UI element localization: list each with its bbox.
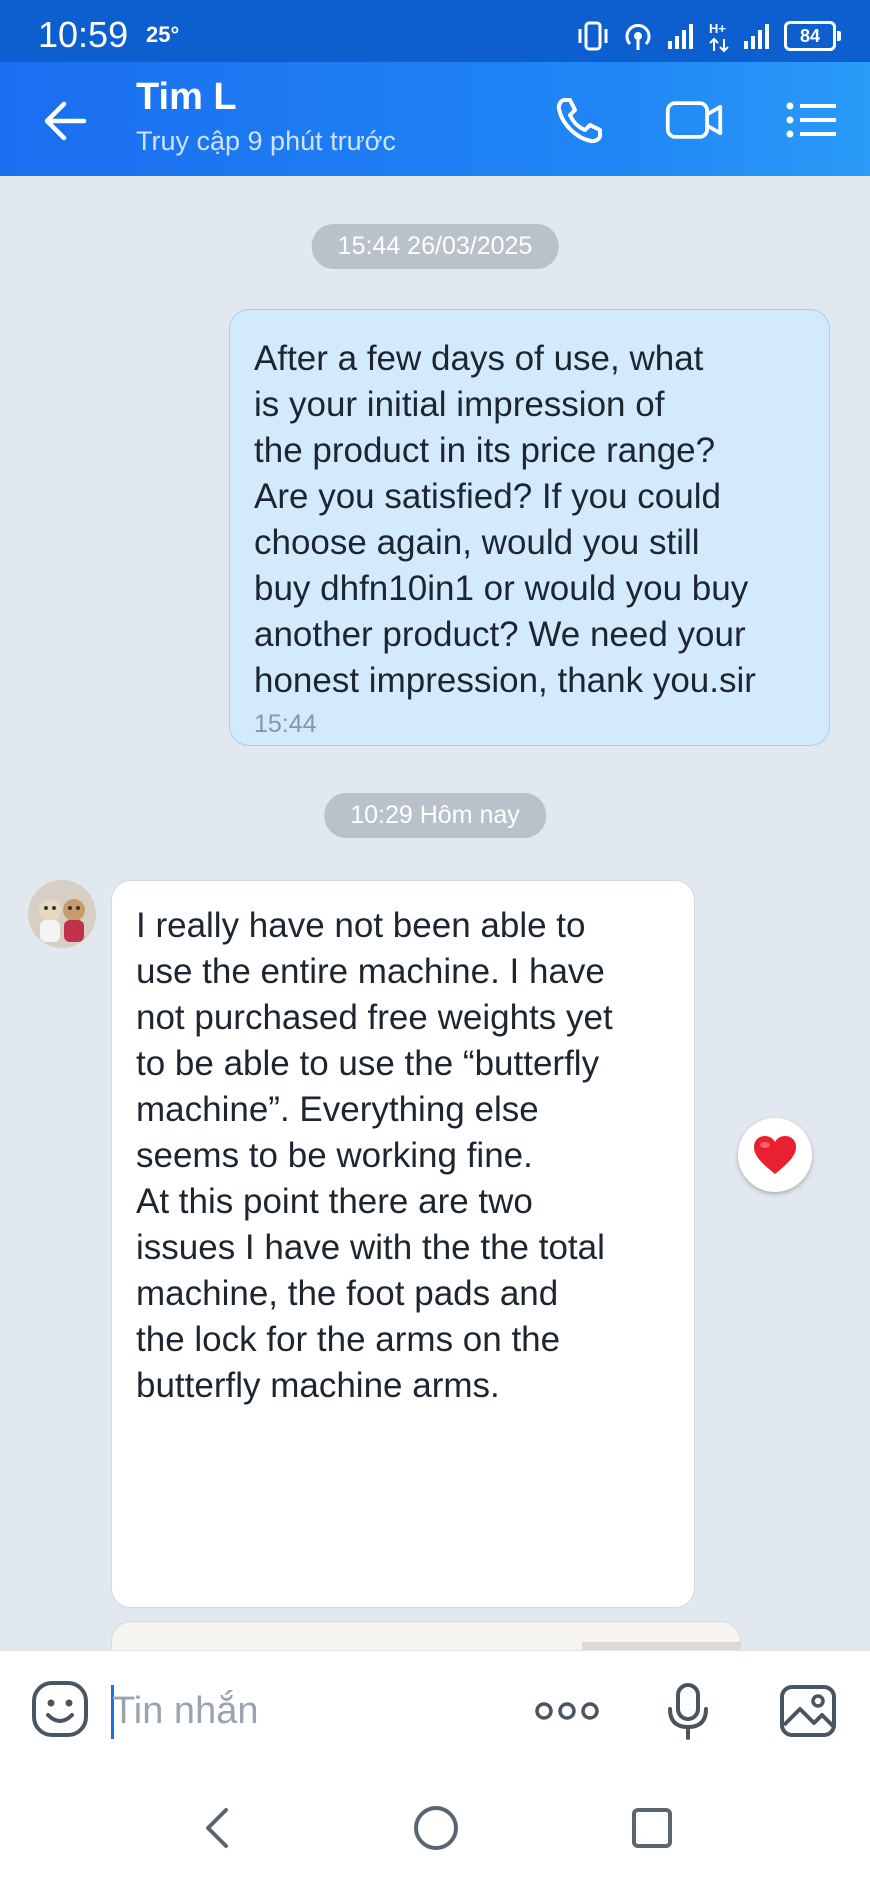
status-bar: 10:59 25° H+ 84 — [0, 0, 870, 62]
nav-back-icon[interactable] — [192, 1802, 244, 1854]
nav-home-icon[interactable] — [410, 1802, 462, 1854]
signal-icon — [668, 24, 693, 49]
message-input[interactable] — [110, 1683, 514, 1739]
phone-call-icon[interactable] — [552, 92, 612, 148]
svg-text:H+: H+ — [709, 21, 726, 36]
back-arrow-icon[interactable] — [38, 96, 94, 146]
gallery-icon[interactable] — [778, 1681, 838, 1741]
hotspot-icon — [625, 24, 651, 50]
status-temperature: 25° — [146, 22, 180, 47]
heart-reaction-button[interactable] — [738, 1118, 812, 1192]
more-options-icon[interactable] — [534, 1681, 600, 1741]
network-type-icon: H+ — [709, 21, 729, 53]
outgoing-message-bubble[interactable]: After a few days of use, what is your in… — [229, 309, 830, 746]
emoji-icon[interactable] — [30, 1679, 90, 1739]
incoming-message-text: I really have not been able to use the e… — [136, 906, 613, 1405]
heart-icon — [754, 1136, 796, 1174]
date-separator: 10:29 Hôm nay — [324, 793, 546, 838]
chat-header: Tim L Truy cập 9 phút trước — [0, 62, 870, 176]
contact-last-seen: Truy cập 9 phút trước — [136, 126, 396, 156]
vibrate-icon — [578, 21, 608, 51]
avatar[interactable] — [28, 880, 96, 948]
microphone-icon[interactable] — [664, 1681, 712, 1741]
system-navigation-bar — [0, 1772, 870, 1884]
message-composer — [0, 1650, 870, 1773]
chat-area[interactable]: 15:44 26/03/2025 After a few days of use… — [0, 176, 870, 1650]
outgoing-message-text: After a few days of use, what is your in… — [254, 339, 756, 700]
status-time: 10:59 — [38, 14, 129, 55]
message-time: 15:44 — [254, 710, 317, 738]
signal-icon — [744, 24, 769, 49]
video-call-icon[interactable] — [664, 92, 724, 148]
nav-recents-icon[interactable] — [626, 1802, 678, 1854]
battery-level: 84 — [799, 25, 821, 46]
battery-icon: 84 — [784, 21, 841, 51]
contact-name[interactable]: Tim L — [136, 76, 237, 119]
incoming-message-bubble[interactable]: I really have not been able to use the e… — [111, 880, 695, 1608]
menu-list-icon[interactable] — [784, 92, 840, 148]
date-separator: 15:44 26/03/2025 — [311, 224, 559, 269]
status-icons: H+ 84 — [576, 16, 841, 56]
gym-machine-photo[interactable] — [111, 1621, 741, 1650]
